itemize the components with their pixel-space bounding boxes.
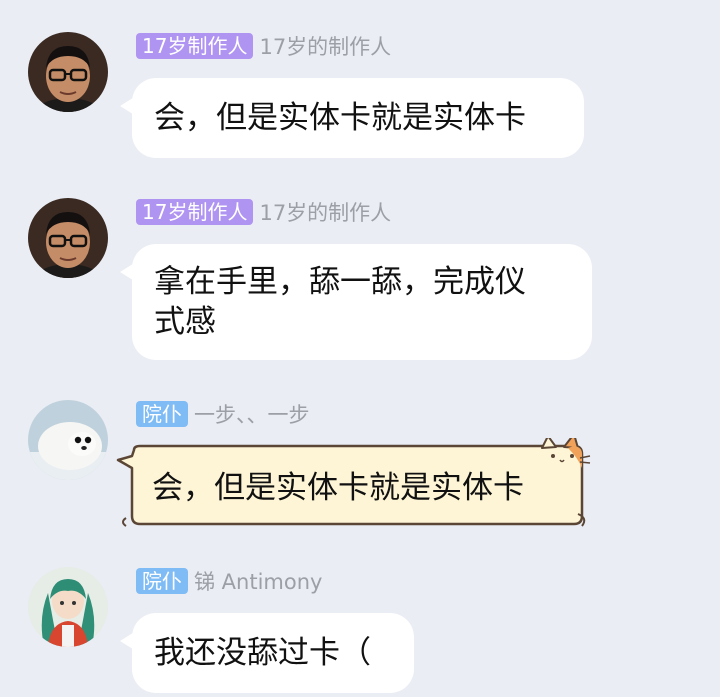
sender-nickname[interactable]: 17岁的制作人 [259,197,391,227]
message-header: 院仆 锑 Antimony [136,567,322,595]
message-bubble[interactable]: 会，但是实体卡就是实体卡 [120,78,584,158]
message-text-line: 式感 [154,304,216,340]
title-badge: 17岁制作人 [136,33,254,59]
avatar[interactable] [28,198,108,278]
avatar-man-glasses-icon [28,198,108,278]
message-bubble[interactable]: 我还没舔过卡（ [120,613,414,693]
avatar-seal-icon [28,400,108,480]
message-text-line: 拿在手里，舔一舔，完成仪 [154,264,526,300]
avatar-anime-girl-icon [28,567,108,647]
title-badge: 院仆 [136,401,188,427]
message-text: 我还没舔过卡（ [154,635,371,671]
avatar-man-glasses-icon [28,32,108,112]
message-header: 17岁制作人 17岁的制作人 [136,32,391,60]
bubble-tail [120,262,136,282]
bubble-tail [120,631,136,651]
cat-message-bubble[interactable]: 会，但是实体卡就是实体卡 [116,438,592,530]
title-badge: 17岁制作人 [136,199,254,225]
sender-nickname[interactable]: 17岁的制作人 [259,31,391,61]
avatar[interactable] [28,400,108,480]
message-text: 会，但是实体卡就是实体卡 [154,100,526,136]
title-badge: 院仆 [136,568,188,594]
sender-nickname[interactable]: 锑 Antimony [194,566,322,596]
avatar[interactable] [28,567,108,647]
bubble-tail [120,96,136,116]
avatar[interactable] [28,32,108,112]
message-bubble[interactable]: 拿在手里，舔一舔，完成仪 式感 [120,244,592,360]
message-header: 院仆 一步、、一步 [136,400,310,428]
message-text: 会，但是实体卡就是实体卡 [152,470,524,506]
message-header: 17岁制作人 17岁的制作人 [136,198,391,226]
sender-nickname[interactable]: 一步、、一步 [194,399,310,429]
